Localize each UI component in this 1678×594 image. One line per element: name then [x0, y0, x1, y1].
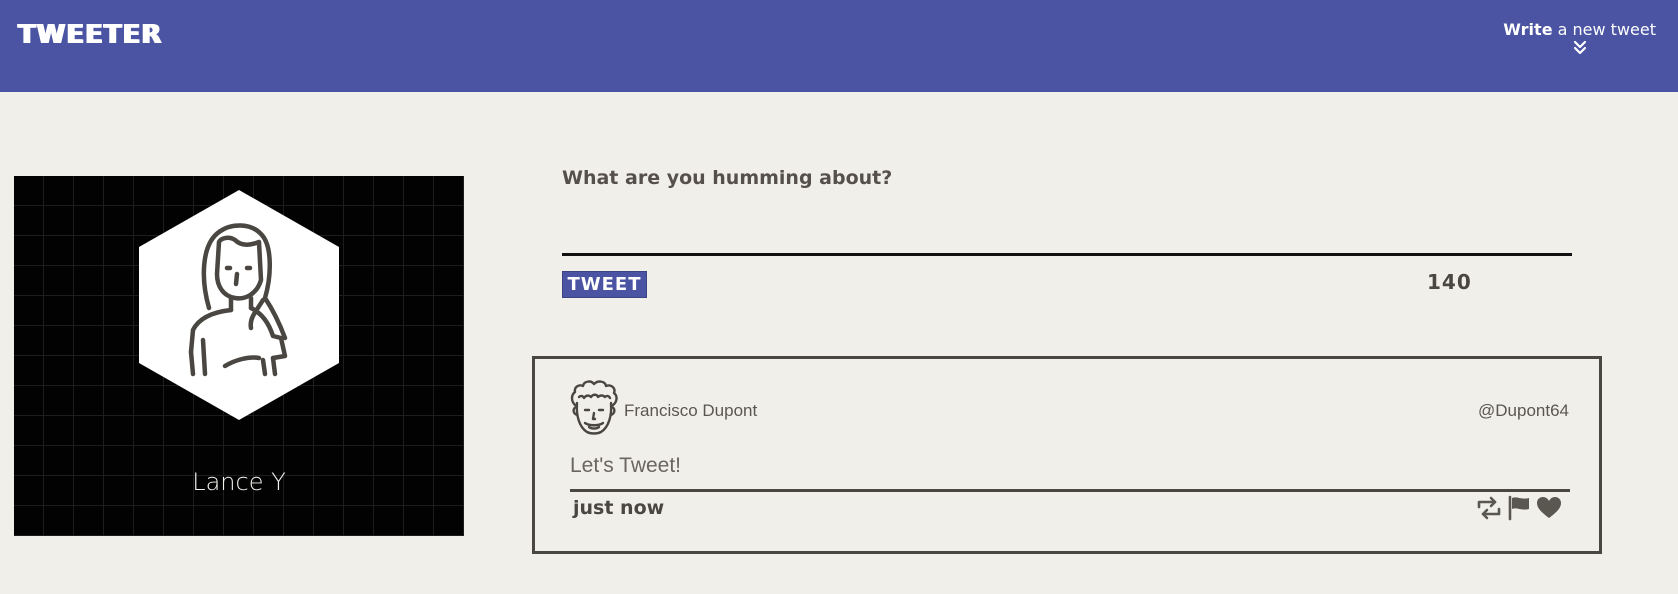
tweet-input[interactable]: [562, 196, 1572, 256]
tweet-divider: [570, 489, 1570, 492]
tweet-text: Let's Tweet!: [570, 454, 682, 477]
tweet-button[interactable]: Tweet: [562, 271, 647, 298]
man-avatar-icon: [570, 380, 618, 435]
write-new-tweet-link[interactable]: Write a new tweet: [1503, 20, 1656, 56]
tweet-card: Francisco Dupont @Dupont64 Let's Tweet! …: [532, 356, 1602, 554]
profile-avatar: [139, 190, 339, 420]
tweet-timestamp: just now: [573, 497, 665, 519]
write-link-rest: a new tweet: [1552, 20, 1656, 39]
profile-card: Lance Y: [14, 176, 464, 536]
double-chevron-down-icon: [1573, 40, 1586, 55]
top-nav: TWEETER Write a new tweet: [0, 0, 1678, 92]
character-counter: 140: [1427, 270, 1472, 294]
retweet-icon[interactable]: [1475, 495, 1503, 521]
heart-icon[interactable]: [1535, 495, 1563, 521]
write-link-bold: Write: [1503, 20, 1553, 39]
tweet-author-handle[interactable]: @Dupont64: [1478, 401, 1569, 421]
tweet-actions: [1475, 495, 1563, 521]
tweet-author-name[interactable]: Francisco Dupont: [624, 401, 757, 421]
flag-icon[interactable]: [1505, 495, 1533, 521]
profile-name: Lance Y: [192, 468, 286, 496]
compose-label: What are you humming about?: [562, 167, 893, 189]
brand-logo[interactable]: TWEETER: [18, 20, 162, 50]
